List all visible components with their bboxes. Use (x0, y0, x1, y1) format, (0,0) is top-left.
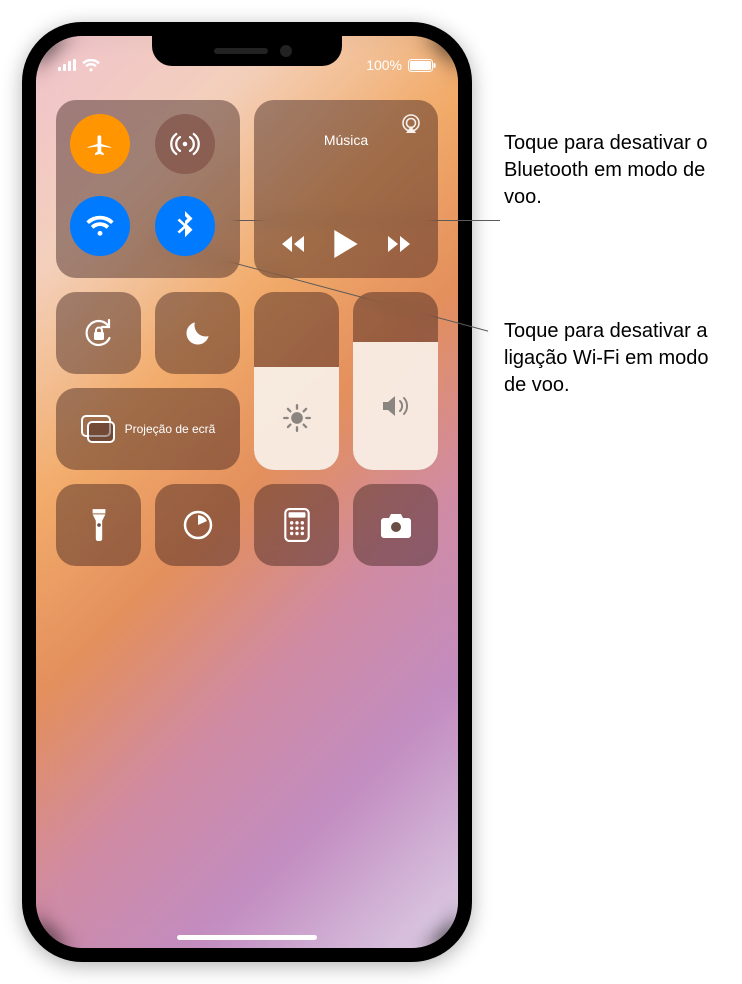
phone-screen: 100% (36, 36, 458, 948)
screen-mirroring-label: Projeção de ecrã (125, 422, 216, 436)
phone-frame: 100% (22, 22, 472, 962)
brightness-icon (283, 404, 311, 432)
airplane-mode-toggle[interactable] (70, 114, 130, 174)
callout-bluetooth-text: Toque para desativar o Bluetooth em modo… (504, 132, 707, 208)
timer-icon (182, 509, 214, 541)
skip-forward-button[interactable] (383, 234, 411, 254)
airplane-icon (85, 129, 115, 159)
brightness-slider[interactable] (254, 292, 339, 470)
callout-bluetooth: Toque para desativar o Bluetooth em modo… (504, 130, 726, 211)
flashlight-button[interactable] (56, 484, 141, 566)
play-button[interactable] (334, 230, 358, 258)
battery-icon (408, 59, 436, 72)
volume-icon (381, 393, 411, 419)
camera-icon (379, 511, 413, 539)
camera-button[interactable] (353, 484, 438, 566)
notch (152, 36, 342, 66)
connectivity-tile[interactable] (56, 100, 240, 278)
control-center: Música (56, 100, 438, 566)
music-title: Música (324, 132, 368, 136)
orientation-lock-toggle[interactable] (56, 292, 141, 374)
calculator-icon (284, 508, 310, 542)
wifi-status-icon (82, 59, 100, 72)
cellular-data-toggle[interactable] (155, 114, 215, 174)
flashlight-icon (89, 508, 109, 542)
timer-button[interactable] (155, 484, 240, 566)
callout-wifi: Toque para desativar a ligação Wi-Fi em … (504, 318, 726, 399)
battery-percent: 100% (366, 57, 402, 73)
music-tile[interactable]: Música (254, 100, 438, 278)
airplay-icon[interactable] (400, 114, 422, 134)
do-not-disturb-toggle[interactable] (155, 292, 240, 374)
cellular-antenna-icon (170, 129, 200, 159)
skip-back-button[interactable] (281, 234, 309, 254)
cellular-signal-icon (58, 59, 76, 71)
calculator-button[interactable] (254, 484, 339, 566)
wifi-toggle[interactable] (70, 196, 130, 256)
screen-mirroring-icon (81, 415, 115, 443)
do-not-disturb-icon (183, 318, 213, 348)
home-indicator[interactable] (177, 935, 317, 940)
volume-slider[interactable] (353, 292, 438, 470)
bluetooth-toggle[interactable] (155, 196, 215, 256)
callout-wifi-text: Toque para desativar a ligação Wi-Fi em … (504, 320, 709, 396)
bluetooth-icon (175, 211, 195, 241)
screen-mirroring-button[interactable]: Projeção de ecrã (56, 388, 240, 470)
orientation-lock-icon (82, 316, 116, 350)
wifi-icon (85, 215, 115, 237)
